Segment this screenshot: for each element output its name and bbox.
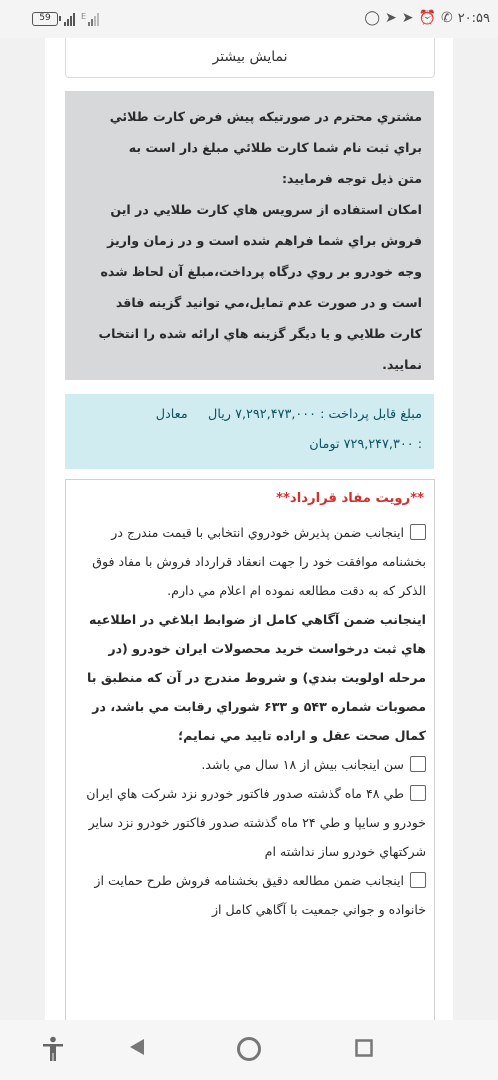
recents-icon[interactable] [349,1036,379,1066]
payment-amount-box: مبلغ قابل پرداخت : ۷,۲۹۲,۴۷۳,۰۰۰ ريال مع… [65,394,434,469]
status-bar: 59 E ◯ ➤ ➤ ⏰ ✆ ۲۰:۵۹ [0,0,498,38]
no-prior-invoice-checkbox[interactable] [410,785,426,801]
telegram-icon: ➤ [401,10,414,26]
whatsapp-icon: ◯ [364,10,381,26]
no-call-icon: ✆ [440,10,453,26]
notice-line: نماييد. [382,357,422,372]
notice-line: مشتري محترم در صورتيکه پيش فرض کارت طلائ… [109,109,422,124]
family-support-plan-checkbox[interactable] [410,872,426,888]
telegram-icon: ➤ [385,10,397,26]
notice-line: وجه خودرو بر روي درگاه پرداخت،مبلغ آن لح… [100,264,422,279]
signal-icon [64,12,75,26]
agreement-item: سن اينجانب بيش از ۱۸ سال مي باشد. [72,750,426,779]
notice-line: فروش براي شما فراهم شده است و در زمان وا… [107,233,422,248]
rules-acknowledgement: اينجانب ضمن آگاهي کامل از ضوابط ابلاغي د… [87,612,426,743]
contract-heading: **رويت مفاد قرارداد** [276,491,424,506]
rial-label: ريال [208,407,231,422]
agreement-item: طي ۴۸ ماه گذشته صدور فاکتور خودرو نزد شر… [72,779,426,866]
alarm-icon: ⏰ [418,10,436,26]
status-left-group: 59 E [32,12,100,26]
notice-line: متن ذيل توجه فرماييد: [282,171,422,186]
agree-price-checkbox[interactable] [410,524,426,540]
agree-price-text: اينجانب ضمن پذيرش خودروي انتخابي با قيمت… [92,525,426,598]
age-over-18-text: سن اينجانب بيش از ۱۸ سال مي باشد. [201,757,404,772]
home-icon[interactable] [234,1036,264,1066]
family-support-plan-text: اينجانب ضمن مطالعه دقيق بخشنامه فروش طرح… [94,873,426,917]
payment-line-1: مبلغ قابل پرداخت : ۷,۲۹۲,۴۷۳,۰۰۰ ريال مع… [75,400,422,430]
signal-secondary-icon [88,12,100,26]
age-over-18-checkbox[interactable] [410,756,426,772]
page-content: نمایش بیشتر مشتري محترم در صورتيکه پيش ف… [45,38,453,1020]
system-nav-bar [0,1020,498,1080]
colon-label: : [417,437,422,452]
contract-terms-section: **رويت مفاد قرارداد** اينجانب ضمن پذيرش … [65,479,435,1020]
network-type-label: E [81,12,87,21]
battery-icon: 59 [32,12,61,26]
show-more-button[interactable]: نمایش بیشتر [65,38,435,78]
payment-line-2: : ۷۲۹,۲۴۷,۳۰۰ تومان [75,430,422,460]
agreement-item: اينجانب ضمن مطالعه دقيق بخشنامه فروش طرح… [72,866,426,924]
notice-line: کارت طلايي و يا ديگر گزينه هاي ارائه شده… [98,326,422,341]
accessibility-icon[interactable] [38,1036,68,1066]
status-right-group: ◯ ➤ ➤ ⏰ ✆ ۲۰:۵۹ [364,10,490,26]
amount-toman: ۷۲۹,۲۴۷,۳۰۰ [343,437,414,452]
clock-time: ۲۰:۵۹ [457,10,490,26]
equivalent-label: معادل [155,407,188,422]
payment-label: مبلغ قابل پرداخت : [320,407,422,422]
back-icon[interactable] [122,1036,152,1066]
agreement-item: اينجانب ضمن پذيرش خودروي انتخابي با قيمت… [72,518,426,605]
amount-rial: ۷,۲۹۲,۴۷۳,۰۰۰ [235,407,317,422]
notice-line: امکان استفاده از سرويس هاي کارت طلايي در… [110,202,422,217]
no-prior-invoice-text: طي ۴۸ ماه گذشته صدور فاکتور خودرو نزد شر… [86,786,426,859]
toman-label: تومان [309,437,340,452]
notice-line: است و در صورت عدم تمايل،مي توانيد گزينه … [115,295,422,310]
notice-line: براي ثبت نام شما کارت طلائي مبلغ دار است… [128,140,422,155]
golden-card-notice: مشتري محترم در صورتيکه پيش فرض کارت طلائ… [65,91,434,380]
